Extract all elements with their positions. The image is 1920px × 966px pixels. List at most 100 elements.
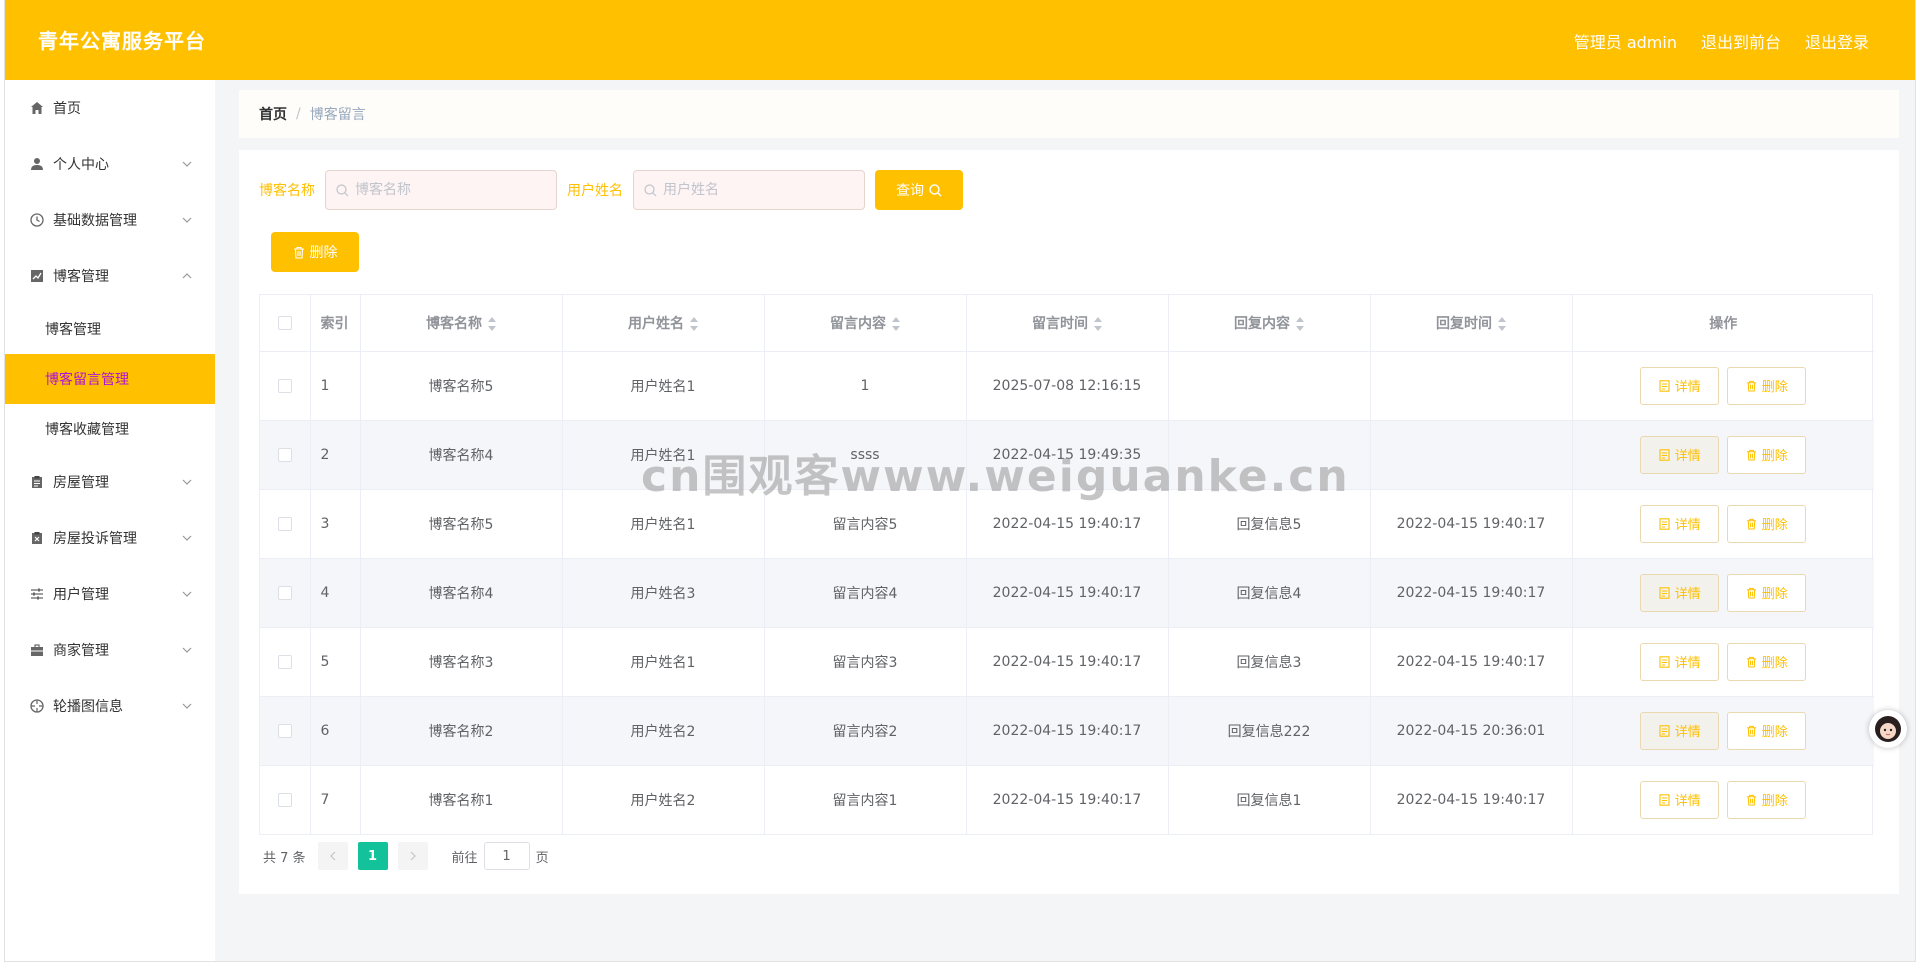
- sidebar-item-house-management[interactable]: 房屋管理: [5, 454, 215, 510]
- cell-actions: 详情 删除: [1572, 627, 1874, 697]
- trash-icon: [1746, 587, 1756, 599]
- cell-time: 2022-04-15 19:40:17: [966, 558, 1169, 628]
- row-checkbox[interactable]: [277, 654, 292, 669]
- col-header-actions: 操作: [1572, 295, 1874, 352]
- row-checkbox[interactable]: [277, 516, 292, 531]
- sort-icon[interactable]: [488, 316, 496, 331]
- cell-content: 留言内容5: [764, 489, 967, 559]
- prev-page-button[interactable]: [317, 842, 348, 870]
- sort-icon[interactable]: [1094, 316, 1102, 331]
- detail-button[interactable]: 详情: [1640, 711, 1720, 750]
- cell-reply: 回复信息5: [1168, 489, 1371, 559]
- clipboard-x-icon: [29, 530, 45, 546]
- logout-link[interactable]: 退出登录: [1805, 29, 1869, 53]
- detail-button-label: 详情: [1674, 794, 1701, 810]
- col-header-blog-name[interactable]: 博客名称: [360, 295, 563, 352]
- detail-button-label: 详情: [1674, 518, 1701, 533]
- batch-delete-button[interactable]: 删除: [271, 232, 359, 272]
- sidebar-subitem-blog-management[interactable]: 博客管理: [5, 304, 215, 354]
- user-name-field[interactable]: [633, 170, 865, 210]
- delete-button[interactable]: 删除: [1727, 366, 1807, 405]
- cell-user-name: 用户姓名1: [562, 489, 765, 559]
- row-checkbox[interactable]: [277, 723, 292, 738]
- detail-button[interactable]: 详情: [1640, 573, 1720, 612]
- col-header-reply-time[interactable]: 回复时间: [1370, 295, 1573, 352]
- sort-icon[interactable]: [1296, 316, 1304, 331]
- chevron-down-icon: [182, 647, 192, 653]
- document-icon: [1659, 586, 1670, 599]
- sort-icon[interactable]: [1498, 316, 1506, 331]
- detail-button-label: 详情: [1674, 449, 1701, 464]
- sort-icon[interactable]: [690, 316, 698, 331]
- breadcrumb-home[interactable]: 首页: [259, 104, 287, 124]
- chevron-down-icon: [182, 479, 192, 485]
- delete-button[interactable]: 删除: [1727, 642, 1807, 681]
- row-checkbox[interactable]: [277, 792, 292, 807]
- cell-time: 2022-04-15 19:40:17: [966, 765, 1169, 834]
- detail-button[interactable]: 详情: [1640, 435, 1720, 474]
- page-number-button[interactable]: 1: [357, 842, 388, 870]
- delete-button[interactable]: 删除: [1727, 435, 1807, 474]
- sidebar-item-label: 商家管理: [53, 643, 109, 659]
- cell-content: 1: [764, 351, 967, 421]
- sidebar-item-basic-data[interactable]: 基础数据管理: [5, 192, 215, 248]
- col-header-user-name[interactable]: 用户姓名: [562, 295, 765, 352]
- sort-icon[interactable]: [892, 316, 900, 331]
- cell-reply: 回复信息222: [1168, 696, 1371, 766]
- avatar-face-icon: [1875, 716, 1901, 742]
- detail-button[interactable]: 详情: [1640, 366, 1720, 405]
- col-header-time[interactable]: 留言时间: [966, 295, 1169, 352]
- goto-page-input[interactable]: [483, 842, 530, 870]
- cell-user-name: 用户姓名1: [562, 627, 765, 697]
- row-checkbox[interactable]: [277, 447, 292, 462]
- trash-icon: [1746, 656, 1756, 668]
- table-row: 1 博客名称5 用户姓名1 1 2025-07-08 12:16:15 详情 删除: [260, 351, 1874, 421]
- sidebar-item-blog-management[interactable]: 博客管理: [5, 248, 215, 304]
- assistant-avatar[interactable]: [1869, 710, 1907, 748]
- sidebar: 首页 个人中心 基础数据管理 博客管理 博客管理 博客留言管理 博客收藏管理 房…: [5, 80, 215, 961]
- exit-to-front-link[interactable]: 退出到前台: [1701, 29, 1781, 53]
- sidebar-item-merchant-management[interactable]: 商家管理: [5, 622, 215, 678]
- delete-button[interactable]: 删除: [1727, 780, 1807, 819]
- cell-reply-time: [1370, 351, 1573, 421]
- delete-button[interactable]: 删除: [1727, 711, 1807, 750]
- select-all-checkbox[interactable]: [277, 315, 292, 330]
- sidebar-item-user-management[interactable]: 用户管理: [5, 566, 215, 622]
- delete-button[interactable]: 删除: [1727, 504, 1807, 543]
- detail-button[interactable]: 详情: [1640, 642, 1720, 681]
- row-checkbox[interactable]: [277, 585, 292, 600]
- sidebar-subitem-blog-favorite-management[interactable]: 博客收藏管理: [5, 404, 215, 454]
- delete-button[interactable]: 删除: [1727, 573, 1807, 612]
- detail-button[interactable]: 详情: [1640, 780, 1720, 819]
- clipboard-icon: [29, 474, 45, 490]
- search-icon: [644, 183, 657, 196]
- user-name-input[interactable]: [663, 182, 853, 198]
- detail-button[interactable]: 详情: [1640, 504, 1720, 543]
- trash-icon: [1746, 794, 1756, 806]
- col-header-content[interactable]: 留言内容: [764, 295, 967, 352]
- row-checkbox[interactable]: [277, 378, 292, 393]
- col-header-label: 留言时间: [1032, 315, 1088, 332]
- cell-reply: [1168, 420, 1371, 490]
- sidebar-item-home[interactable]: 首页: [5, 80, 215, 136]
- sidebar-item-house-complaint[interactable]: 房屋投诉管理: [5, 510, 215, 566]
- row-select-cell: [260, 627, 311, 697]
- sidebar-item-personal-center[interactable]: 个人中心: [5, 136, 215, 192]
- document-icon: [1659, 379, 1670, 392]
- admin-user-label[interactable]: 管理员 admin: [1574, 29, 1677, 53]
- breadcrumb-separator: /: [296, 106, 301, 122]
- next-page-button[interactable]: [397, 842, 428, 870]
- blog-name-field[interactable]: [325, 170, 557, 210]
- cell-actions: 详情 删除: [1572, 558, 1874, 628]
- query-button[interactable]: 查询: [875, 170, 963, 210]
- delete-button-label: 删除: [1761, 380, 1788, 395]
- sidebar-item-carousel-info[interactable]: 轮播图信息: [5, 678, 215, 734]
- search-icon: [336, 183, 349, 196]
- sidebar-subitem-blog-comment-management[interactable]: 博客留言管理: [5, 354, 215, 404]
- blog-name-input[interactable]: [355, 182, 545, 198]
- detail-button-label: 详情: [1674, 725, 1701, 740]
- cell-content: 留言内容1: [764, 765, 967, 834]
- col-header-reply[interactable]: 回复内容: [1168, 295, 1371, 352]
- delete-button-label: 删除: [1761, 725, 1788, 740]
- cell-user-name: 用户姓名1: [562, 351, 765, 421]
